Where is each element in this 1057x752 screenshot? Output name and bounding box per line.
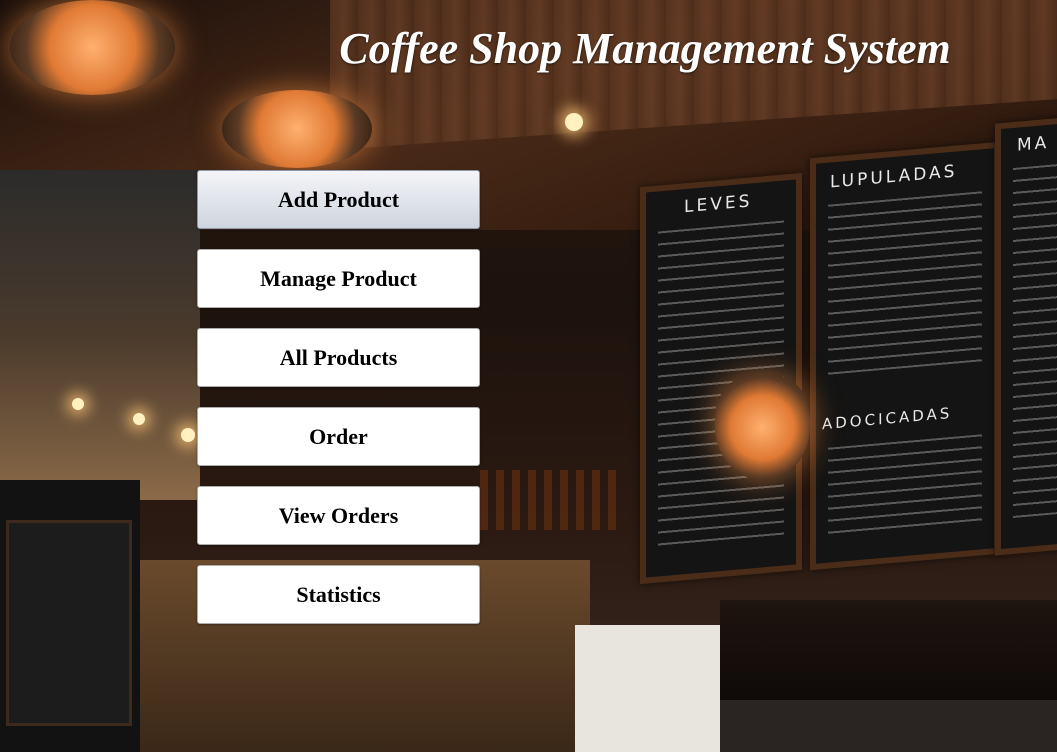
pendant-lamp-icon [222,90,372,168]
manage-product-button[interactable]: Manage Product [197,249,480,308]
main-window: LEVES LUPULADAS ADOCICADAS MA Coffee Sho… [0,0,1057,752]
background-menu-board-right: MA [995,116,1057,556]
board-text-lines [828,191,982,375]
background-chalkboard-left [6,520,132,726]
board-text-lines [828,434,982,538]
pendant-lamp-icon [715,375,810,480]
board-title-middle-lower: ADOCICADAS [822,403,953,434]
pendant-lamp-icon [10,0,175,95]
board-title-middle: LUPULADAS [830,161,958,193]
order-button[interactable]: Order [197,407,480,466]
background-floor [720,700,1057,752]
ceiling-light-icon [565,113,583,131]
background-menu-board-middle: LUPULADAS ADOCICADAS [810,141,1000,571]
app-title: Coffee Shop Management System [339,24,951,73]
background-bottle-rack [480,470,620,530]
ceiling-light-icon [72,398,84,410]
board-title-right: MA [1017,132,1050,156]
background-left-wall [0,170,200,500]
board-title-left: LEVES [684,191,753,218]
main-menu: Add Product Manage Product All Products … [197,170,480,644]
background-shelf [720,600,1057,700]
background-counter [575,625,725,752]
view-orders-button[interactable]: View Orders [197,486,480,545]
board-text-lines [1013,163,1057,519]
statistics-button[interactable]: Statistics [197,565,480,624]
ceiling-light-icon [133,413,145,425]
ceiling-light-icon [181,428,195,442]
all-products-button[interactable]: All Products [197,328,480,387]
add-product-button[interactable]: Add Product [197,170,480,229]
